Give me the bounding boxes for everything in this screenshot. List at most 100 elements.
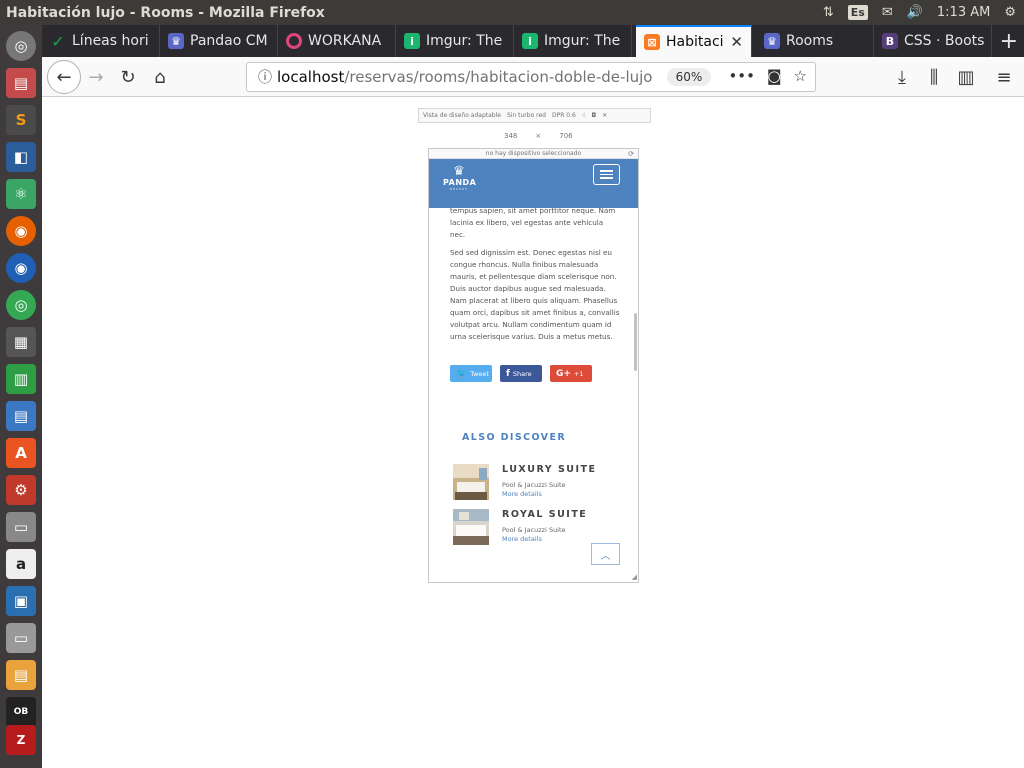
tab-workana[interactable]: WORKANA [278, 25, 396, 57]
obs-icon[interactable]: OB [6, 697, 36, 727]
new-tab-plus-icon[interactable]: + [1000, 29, 1018, 54]
keyboard-layout-indicator[interactable]: Es [847, 5, 868, 20]
device-selector[interactable]: no hay dispositivo seleccionado ⟳ [429, 149, 638, 159]
tab-imgur-1[interactable]: i Imgur: The [396, 25, 514, 57]
description-paragraph: Sed sed dignissim est. Donec egestas nis… [450, 248, 620, 341]
presentation-icon[interactable]: ▤ [6, 660, 36, 690]
bookmark-star-icon[interactable]: ☆ [794, 67, 807, 85]
firefox-icon[interactable]: ◉ [6, 216, 36, 246]
tab-rooms[interactable]: ♛ Rooms [756, 25, 874, 57]
crown-icon: ♛ [764, 33, 780, 49]
tab-label: Líneas hori [72, 33, 149, 49]
site-info-icon[interactable]: ⓘ [253, 67, 277, 87]
more-details-link[interactable]: More details [502, 490, 542, 498]
more-details-link[interactable]: More details [502, 535, 542, 543]
close-tab-icon[interactable]: ✕ [730, 33, 743, 51]
also-discover-heading: ALSO DISCOVER [462, 432, 567, 443]
site-logo[interactable]: ♛ PANDA RESORT [443, 165, 476, 192]
share-label: Share [512, 369, 532, 378]
viewport-height[interactable]: 706 [559, 132, 572, 140]
rotate-icon[interactable]: ⟳ [628, 149, 634, 159]
document-icon[interactable]: ▤ [6, 401, 36, 431]
tab-label: Habitaci [666, 34, 724, 50]
volume-icon[interactable]: 🔊 [907, 5, 923, 20]
tab-lineas[interactable]: ✓ Líneas hori [42, 25, 160, 57]
tab-pandao[interactable]: ♛ Pandao CM [160, 25, 278, 57]
screenshot-icon[interactable]: ◘ [592, 112, 597, 119]
room-features: Pool & Jacuzzi Suite [502, 481, 566, 489]
clock[interactable]: 1:13 AM [937, 5, 990, 20]
image-viewer-icon[interactable]: ▣ [6, 586, 36, 616]
settings-gear-icon[interactable]: ⚙ [1004, 5, 1016, 20]
network-icon[interactable]: ⇅ [823, 5, 834, 20]
tab-bootstrap[interactable]: B CSS · Boots [874, 25, 992, 57]
crown-icon: ♛ [168, 33, 184, 49]
zoom-level-badge[interactable]: 60% [667, 68, 711, 86]
software-center-icon[interactable]: A [6, 438, 36, 468]
forward-arrow-icon[interactable]: → [82, 63, 110, 91]
dpr-select[interactable]: DPR 0.6 [552, 112, 576, 119]
system-top-bar: Habitación lujo - Rooms - Mozilla Firefo… [0, 0, 1024, 25]
page-scrollbar[interactable] [634, 313, 637, 371]
xampp-icon: ⊠ [644, 34, 660, 50]
tab-imgur-2[interactable]: i Imgur: The [514, 25, 632, 57]
menu-hamburger-icon[interactable]: ≡ [990, 63, 1018, 91]
tab-label: Pandao CM [190, 33, 268, 49]
tweet-label: Tweet [470, 369, 489, 378]
room-name[interactable]: LUXURY SUITE [502, 464, 597, 475]
filezilla-icon[interactable]: Z [6, 725, 36, 755]
url-host: localhost [277, 68, 345, 86]
resize-handle-icon[interactable]: ◢ [632, 573, 637, 581]
imgur-icon: i [522, 33, 538, 49]
sidebar-icon[interactable]: ▥ [952, 63, 980, 91]
downloads-icon[interactable]: ⤓ [888, 63, 916, 91]
files-icon[interactable]: ▤ [6, 68, 36, 98]
room-thumbnail[interactable] [453, 464, 489, 500]
page-actions-icon[interactable]: ••• [728, 67, 755, 85]
back-arrow-icon[interactable]: ← [47, 60, 81, 94]
mobile-menu-button[interactable] [593, 164, 620, 185]
bootstrap-icon: B [882, 33, 898, 49]
spreadsheet-icon[interactable]: ▥ [6, 364, 36, 394]
facebook-share-button[interactable]: f Share [500, 365, 542, 382]
atom-icon[interactable]: ⚛ [6, 179, 36, 209]
window-title: Habitación lujo - Rooms - Mozilla Firefo… [6, 4, 325, 21]
amazon-icon[interactable]: a [6, 549, 36, 579]
navigation-bar: ← → ↻ ⌂ ⓘ localhost/reservas/rooms/habit… [42, 57, 1024, 97]
device-selector-label: no hay dispositivo seleccionado [485, 150, 582, 157]
video-editor-icon[interactable]: ▦ [6, 327, 36, 357]
dash-icon[interactable]: ◎ [6, 31, 36, 61]
url-bar[interactable]: ⓘ localhost/reservas/rooms/habitacion-do… [246, 62, 816, 92]
close-rdm-icon[interactable]: ✕ [602, 112, 607, 119]
sublime-text-icon[interactable]: S [6, 105, 36, 135]
scroll-to-top-button[interactable]: ︿ [591, 543, 620, 565]
touch-simulation-icon[interactable]: ☝ [582, 112, 586, 119]
workana-icon [286, 33, 302, 49]
viewport-dimensions: 348 × 706 [504, 132, 573, 140]
library-icon[interactable]: ⫼ [920, 63, 948, 91]
tweet-button[interactable]: 🐦 Tweet [450, 365, 492, 382]
share-buttons: 🐦 Tweet f Share G+ +1 [450, 365, 592, 382]
launcher: ◎ ▤ S ◧ ⚛ ◉ ◉ ◎ ▦ ▥ ▤ A ⚙ ▭ a ▣ ▭ ▤ OB Z [0, 25, 42, 768]
firefox-dev-icon[interactable]: ◉ [6, 253, 36, 283]
pocket-icon[interactable]: ◙ [767, 67, 782, 85]
mail-icon[interactable]: ✉ [882, 5, 893, 20]
home-icon[interactable]: ⌂ [146, 63, 174, 91]
google-plus-button[interactable]: G+ +1 [550, 365, 592, 382]
tab-habitacion[interactable]: ⊠ Habitaci ✕ [636, 25, 752, 57]
drive-icon-2[interactable]: ▭ [6, 623, 36, 653]
throttle-select[interactable]: Sin turbo red [507, 112, 546, 119]
url-path: /reservas/rooms/habitacion-doble-de-lujo [344, 68, 653, 86]
system-settings-icon[interactable]: ⚙ [6, 475, 36, 505]
room-card[interactable]: LUXURY SUITE Pool & Jacuzzi Suite More d… [453, 464, 623, 504]
room-thumbnail[interactable] [453, 509, 489, 545]
drive-icon[interactable]: ▭ [6, 512, 36, 542]
viewport-width[interactable]: 348 [504, 132, 517, 140]
tab-label: Rooms [786, 33, 834, 49]
reload-icon[interactable]: ↻ [114, 63, 142, 91]
room-name[interactable]: ROYAL SUITE [502, 509, 587, 520]
tab-label: WORKANA [308, 33, 382, 49]
description-paragraph: tempus sapien, sit amet porttitor neque.… [450, 206, 616, 239]
vscode-icon[interactable]: ◧ [6, 142, 36, 172]
chrome-icon[interactable]: ◎ [6, 290, 36, 320]
